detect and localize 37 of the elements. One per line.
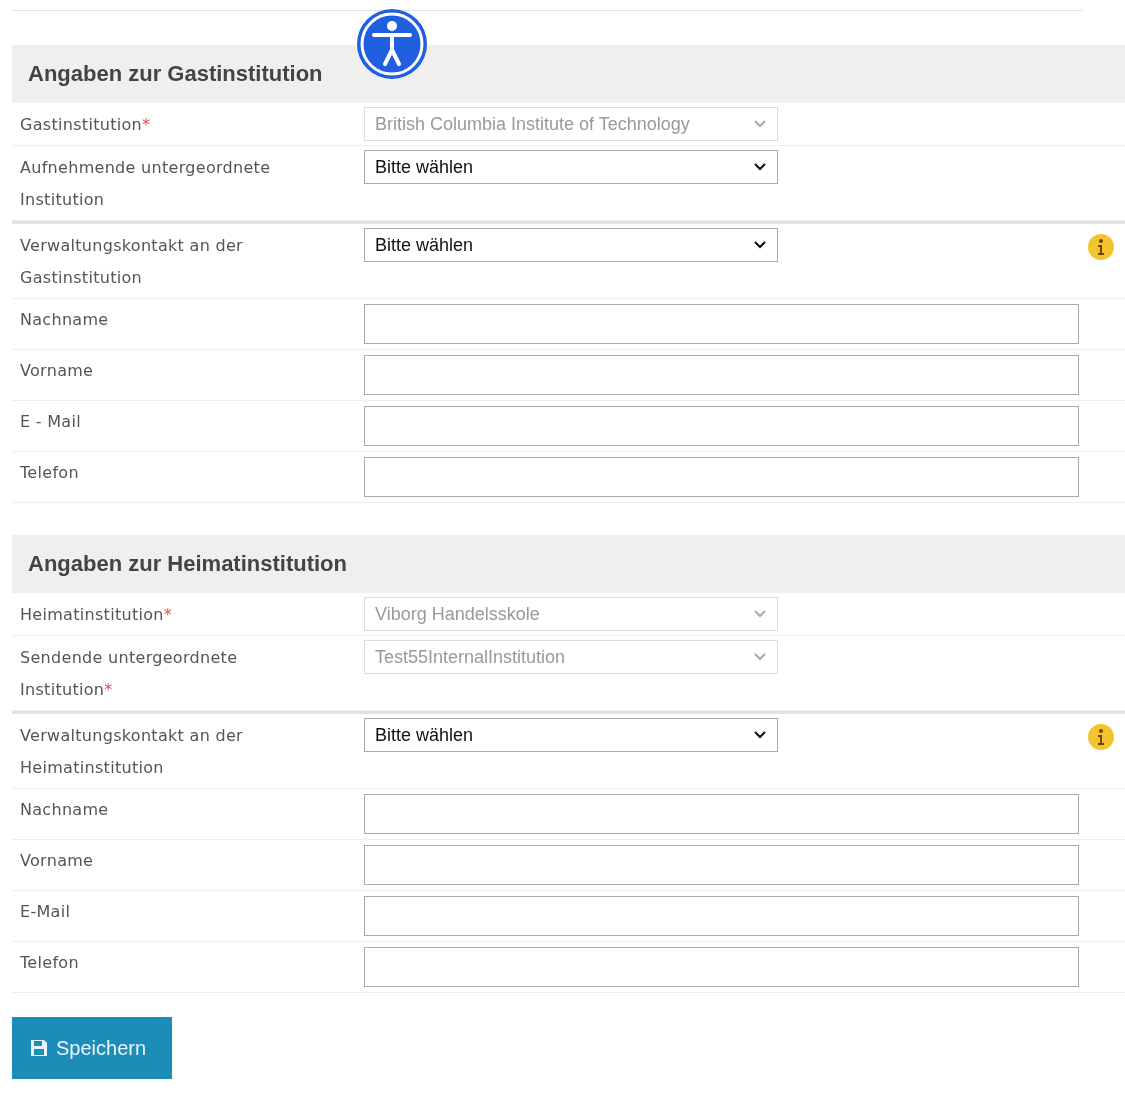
dropdown-field[interactable]: Bitte wählen: [364, 150, 778, 184]
save-button[interactable]: Speichern: [12, 1017, 172, 1079]
input-field[interactable]: [364, 896, 1079, 936]
field-label: Telefon: [20, 952, 80, 974]
chevron-down-icon: [753, 609, 767, 619]
field-label: Verwaltungskontakt an der Gastinstitution: [20, 235, 244, 289]
field-label: Sendende untergeordnete Institution*: [20, 647, 239, 701]
input-field[interactable]: [364, 794, 1079, 834]
chevron-down-icon: [753, 730, 767, 740]
field-label: Nachname: [20, 309, 110, 331]
field-label: E-Mail: [20, 901, 72, 923]
chevron-down-icon: [753, 162, 767, 172]
chevron-down-icon: [753, 119, 767, 129]
info-icon[interactable]: [1087, 723, 1115, 751]
field-label: Telefon: [20, 462, 80, 484]
input-field[interactable]: [364, 355, 1079, 395]
dropdown-field[interactable]: Bitte wählen: [364, 718, 778, 752]
field-label: Vorname: [20, 360, 95, 382]
section-heading: Angaben zur Gastinstitution: [12, 45, 1125, 103]
accessibility-icon[interactable]: [356, 8, 428, 80]
field-label: Heimatinstitution*: [20, 604, 174, 626]
input-field[interactable]: [364, 845, 1079, 885]
field-label: Nachname: [20, 799, 110, 821]
field-label: Verwaltungskontakt an der Heimatinstitution: [20, 725, 244, 779]
field-label: Gastinstitution*: [20, 114, 152, 136]
input-field[interactable]: [364, 406, 1079, 446]
field-label: E - Mail: [20, 411, 82, 433]
input-field[interactable]: [364, 457, 1079, 497]
input-field[interactable]: [364, 947, 1079, 987]
field-label: Vorname: [20, 850, 95, 872]
input-field[interactable]: [364, 304, 1079, 344]
field-label: Aufnehmende untergeordnete Institution: [20, 157, 272, 211]
section-heading: Angaben zur Heimatinstitution: [12, 535, 1125, 593]
chevron-down-icon: [753, 240, 767, 250]
info-icon[interactable]: [1087, 233, 1115, 261]
dropdown-field[interactable]: Bitte wählen: [364, 228, 778, 262]
chevron-down-icon: [753, 652, 767, 662]
